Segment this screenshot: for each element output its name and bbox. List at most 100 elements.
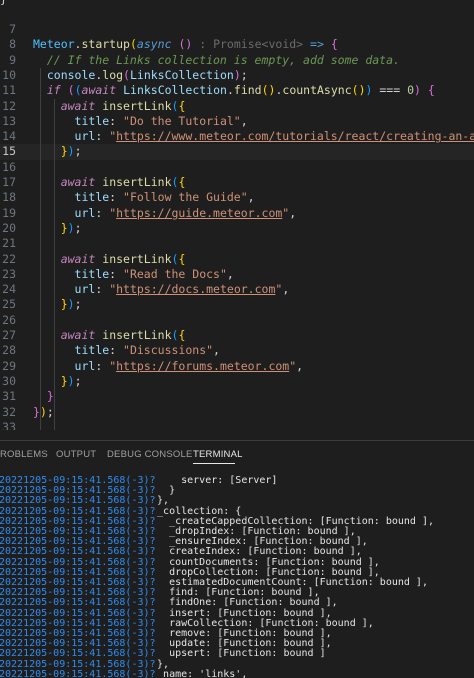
line-number: 24 xyxy=(2,282,16,297)
line-number: 21 xyxy=(2,236,16,251)
code-text: await insertLink({ xyxy=(60,328,186,342)
line-number: 10 xyxy=(2,67,16,82)
code-line[interactable]: 33 xyxy=(0,420,474,430)
terminal-line: 20221205-09:15:41.568(-3)? find: [Functi… xyxy=(0,587,474,598)
active-tab-indicator xyxy=(193,463,235,464)
code-text: console.log(LinksCollection); xyxy=(46,67,248,82)
code-line[interactable]: 21 xyxy=(0,236,474,251)
line-number: 31 xyxy=(2,389,16,404)
code-line[interactable]: 30 }); xyxy=(0,374,474,389)
terminal-line: 20221205-09:15:41.568(-3)? findOne: [Fun… xyxy=(0,597,474,608)
terminal-line: 20221205-09:15:41.568(-3)? estimatedDocu… xyxy=(0,577,474,588)
code-line[interactable]: 7 xyxy=(0,22,474,37)
line-number: 23 xyxy=(2,266,16,281)
line-number: 9 xyxy=(9,52,16,67)
code-line[interactable]: 26 xyxy=(0,313,474,328)
code-line[interactable]: 29 url: "https://forums.meteor.com", xyxy=(0,359,474,374)
terminal-line: 20221205-09:15:41.568(-3)? _dropIndex: [… xyxy=(0,526,474,537)
terminal-line: 20221205-09:15:41.568(-3)? insert: [Func… xyxy=(0,608,474,619)
code-line[interactable]: 14 url: "https://www.meteor.com/tutorial… xyxy=(0,129,474,144)
code-line[interactable]: 22 await insertLink({ xyxy=(0,252,474,267)
code-text: await insertLink({ xyxy=(60,98,186,113)
line-number: 13 xyxy=(2,113,16,128)
code-line[interactable]: 27 await insertLink({ xyxy=(0,328,474,343)
line-number: 29 xyxy=(2,358,16,373)
code-text: url: "https://www.meteor.com/tutorials/r… xyxy=(74,129,474,144)
code-line[interactable]: 8 Meteor.startup(async () : Promise<void>… xyxy=(0,37,474,52)
code-text: title: "Follow the Guide", xyxy=(74,190,255,205)
line-number: 32 xyxy=(2,404,16,419)
terminal-line: 20221205-09:15:41.568(-3)? server: [Serv… xyxy=(0,475,474,486)
code-line[interactable]: 18 title: "Follow the Guide", xyxy=(0,190,474,205)
code-text: await insertLink({ xyxy=(60,251,186,266)
terminal-line: 20221205-09:15:41.568(-3)? _createCapped… xyxy=(0,516,474,527)
code-text: url: "https://docs.meteor.com", xyxy=(74,282,290,297)
line-number: 26 xyxy=(2,312,16,327)
line-number: 28 xyxy=(2,343,16,358)
code-editor[interactable]: } 78 Meteor.startup(async () : Promise<vo… xyxy=(0,0,474,430)
terminal-line: 20221205-09:15:41.568(-3)? }, xyxy=(0,659,474,670)
indent-guide xyxy=(54,98,55,430)
line-number: 15 xyxy=(2,144,16,159)
terminal-line: 20221205-09:15:41.568(-3)? countDocument… xyxy=(0,557,474,568)
code-line[interactable]: 31 } xyxy=(0,389,474,404)
code-line[interactable]: 28 title: "Discussions", xyxy=(0,343,474,358)
terminal-output[interactable]: 20221205-09:15:41.568(-3)? server: [Serv… xyxy=(0,470,474,678)
terminal-line: 20221205-09:15:41.568(-3)? dropCollectio… xyxy=(0,567,474,578)
line-number: 25 xyxy=(2,297,16,312)
terminal-line: 20221205-09:15:41.568(-3)? _name: 'links… xyxy=(0,669,474,678)
terminal-line: 20221205-09:15:41.568(-3)? }, xyxy=(0,495,474,506)
tab-terminal[interactable]: TERMINAL xyxy=(193,449,243,460)
code-text: url: "https://forums.meteor.com", xyxy=(74,358,304,373)
line-number: 12 xyxy=(2,98,16,113)
log-timestamp: 20221205-09:15:41.568(-3)? xyxy=(0,668,156,678)
terminal-line: 20221205-09:15:41.568(-3)? update: [Func… xyxy=(0,638,474,649)
code-text: }); xyxy=(33,404,54,419)
code-text: title: "Do the Tutorial", xyxy=(74,113,248,128)
code-text: Meteor.startup(async () : Promise<void> … xyxy=(33,37,338,52)
line-number: 27 xyxy=(2,328,16,342)
line-number: 8 xyxy=(9,37,16,52)
tab-debug-console[interactable]: DEBUG CONSOLE xyxy=(107,449,192,460)
code-line[interactable]: 11 if ((await LinksCollection.find().cou… xyxy=(0,83,474,98)
terminal-line: 20221205-09:15:41.568(-3)? remove: [Func… xyxy=(0,628,474,639)
code-line[interactable]: 23 title: "Read the Docs", xyxy=(0,267,474,282)
code-line[interactable]: 32}); xyxy=(0,405,474,420)
code-text: if ((await LinksCollection.find().countA… xyxy=(46,83,435,98)
code-text: title: "Read the Docs", xyxy=(74,266,234,281)
code-line[interactable]: 17 await insertLink({ xyxy=(0,175,474,190)
line-number: 16 xyxy=(2,159,16,174)
tab-problems[interactable]: ROBLEMS xyxy=(0,449,48,460)
terminal-line: 20221205-09:15:41.568(-3)? _collection: … xyxy=(0,506,474,517)
code-line[interactable]: 16 xyxy=(0,160,474,175)
code-line[interactable]: 9 // If the Links collection is empty, a… xyxy=(0,53,474,68)
code-line[interactable]: 20 }); xyxy=(0,221,474,236)
terminal-line: 20221205-09:15:41.568(-3)? } xyxy=(0,485,474,496)
tab-output[interactable]: OUTPUT xyxy=(56,449,96,460)
terminal-line: 20221205-09:15:41.568(-3)? rawCollection… xyxy=(0,618,474,629)
line-number: 22 xyxy=(2,251,16,266)
log-text: _name: 'links', xyxy=(145,668,248,678)
indent-guide xyxy=(40,67,41,430)
code-line[interactable]: 13 title: "Do the Tutorial", xyxy=(0,114,474,129)
code-text: // If the Links collection is empty, add… xyxy=(33,52,400,67)
line-number: 30 xyxy=(2,373,16,388)
code-text: title: "Discussions", xyxy=(74,343,220,358)
editor-top-fragment: } xyxy=(0,0,7,6)
code-text: } xyxy=(46,389,54,404)
code-line[interactable]: 15 }); xyxy=(0,144,474,160)
line-number: 14 xyxy=(2,129,16,144)
code-line[interactable]: 25 }); xyxy=(0,297,474,312)
terminal-line: 20221205-09:15:41.568(-3)? upsert: [Func… xyxy=(0,648,474,659)
line-number: 33 xyxy=(2,419,16,430)
code-line[interactable]: 10 console.log(LinksCollection); xyxy=(0,68,474,83)
code-line[interactable]: 24 url: "https://docs.meteor.com", xyxy=(0,282,474,297)
panel-tab-bar: ROBLEMS OUTPUT DEBUG CONSOLE TERMINAL xyxy=(0,441,474,467)
code-text: url: "https://guide.meteor.com", xyxy=(74,205,297,220)
terminal-line: 20221205-09:15:41.568(-3)? _ensureIndex:… xyxy=(0,536,474,547)
line-number: 11 xyxy=(2,83,16,98)
terminal-line: 20221205-09:15:41.568(-3)? createIndex: … xyxy=(0,546,474,557)
code-line[interactable]: 19 url: "https://guide.meteor.com", xyxy=(0,206,474,221)
line-number: 19 xyxy=(2,205,16,220)
code-line[interactable]: 12 await insertLink({ xyxy=(0,99,474,114)
